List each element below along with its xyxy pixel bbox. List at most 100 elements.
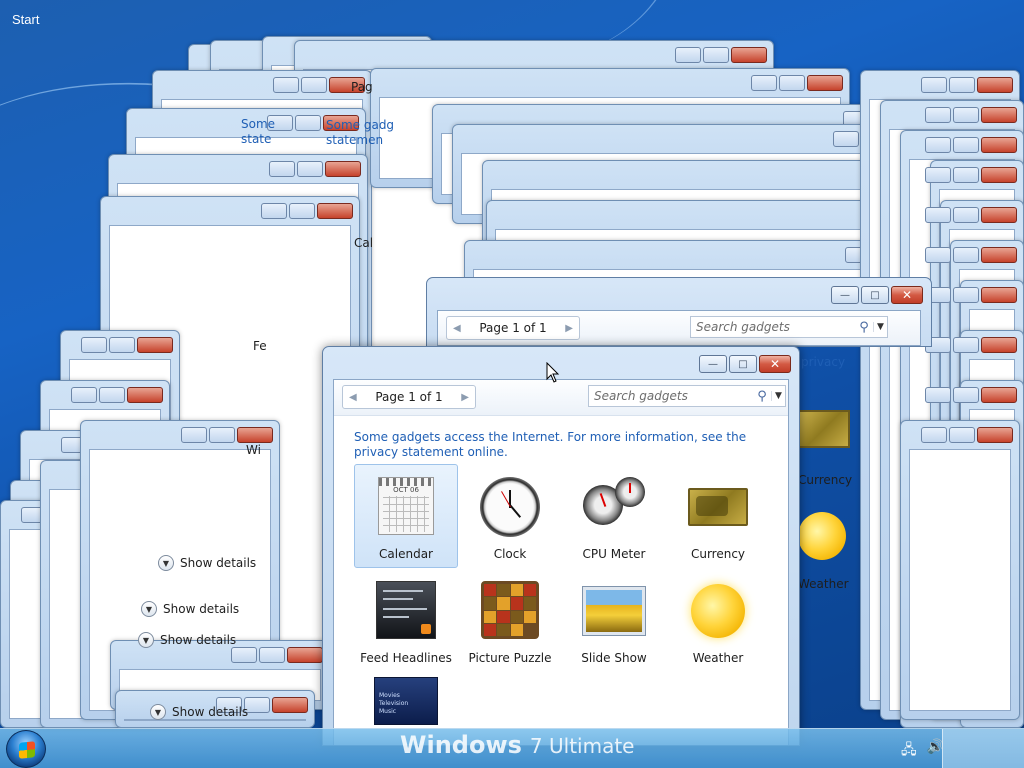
ghost-window-buttons	[925, 207, 1017, 223]
gadget-tile-cpu-meter[interactable]: CPU Meter	[562, 464, 666, 568]
chevron-down-icon: ▼	[158, 555, 174, 571]
window-fragment: Wi	[246, 443, 261, 457]
close-button[interactable]: ✕	[891, 286, 923, 304]
show-details-button[interactable]: ▼ Show details	[150, 704, 248, 720]
caption-button	[953, 337, 979, 353]
gadget-tile-slide-show[interactable]: Slide Show	[562, 568, 666, 672]
picture-puzzle-icon	[481, 581, 539, 639]
chevron-down-icon: ▼	[141, 601, 157, 617]
chevron-down-icon: ▼	[150, 704, 166, 720]
next-page-icon[interactable]: ▶	[461, 392, 469, 403]
ghost-window-buttons	[71, 387, 163, 403]
notice-fragment: statemen	[326, 133, 384, 147]
caption-button	[273, 77, 299, 93]
close-button	[237, 427, 273, 443]
page-label: Page 1 of 1	[375, 390, 443, 404]
close-button	[981, 207, 1017, 223]
caption-button	[953, 207, 979, 223]
show-details-label: Show details	[180, 556, 257, 570]
network-icon[interactable]: 🖧	[901, 739, 917, 763]
caption-button	[953, 167, 979, 183]
show-details-button[interactable]: ▼ Show details	[138, 632, 236, 648]
gadget-tile-currency[interactable]: Currency	[666, 464, 770, 568]
caption-button	[231, 647, 257, 663]
gadget-label: Calendar	[379, 547, 433, 561]
calendar-fragment: Cal	[354, 236, 374, 250]
show-details-label: Show details	[172, 705, 249, 719]
caption-button	[925, 207, 951, 223]
minimize-button[interactable]: —	[699, 355, 727, 373]
show-details-button[interactable]: ▼ Show details	[158, 555, 256, 571]
caption-button	[779, 75, 805, 91]
gadget-window-background: — □ ✕ ◀ Page 1 of 1 ▶ ⚲ ▼	[426, 277, 932, 347]
gadget-tile-weather[interactable]: Weather	[666, 568, 770, 672]
show-details-label: Show details	[163, 602, 240, 616]
privacy-link-fragment[interactable]: privacy	[801, 355, 845, 369]
close-button	[272, 697, 308, 713]
close-button	[127, 387, 163, 403]
close-button	[981, 247, 1017, 263]
ghost-window-buttons	[231, 647, 323, 663]
ghost-window-buttons	[181, 427, 273, 443]
caption-button	[703, 47, 729, 63]
gadget-tile-clock[interactable]: Clock	[458, 464, 562, 568]
notice-fragment: Some	[241, 117, 276, 131]
next-page-icon[interactable]: ▶	[565, 323, 573, 334]
gadget-label: Feed Headlines	[360, 651, 452, 665]
system-tray: 🖧 🔊	[901, 739, 944, 763]
caption-button	[289, 203, 315, 219]
caption-button	[99, 387, 125, 403]
ghost-window-buttons	[751, 75, 843, 91]
title-bar[interactable]: — □ ✕	[323, 347, 799, 379]
ghost-window-buttons	[925, 387, 1017, 403]
ghost-window-buttons	[269, 161, 361, 177]
search-icon[interactable]: ⚲	[753, 389, 771, 404]
brand-edition: 7 Ultimate	[529, 734, 635, 758]
caption-button	[925, 137, 951, 153]
ghost-window-buttons	[921, 77, 1013, 93]
caption-button	[181, 427, 207, 443]
caption-button	[833, 131, 859, 147]
ghost-window-buttons	[261, 203, 353, 219]
slide-show-icon	[582, 586, 646, 636]
gadget-label: Picture Puzzle	[468, 651, 552, 665]
gadget-tile-picture-puzzle[interactable]: Picture Puzzle	[458, 568, 562, 672]
chevron-down-icon[interactable]: ▼	[771, 391, 785, 401]
previous-page-icon[interactable]: ◀	[453, 323, 461, 334]
maximize-button[interactable]: □	[729, 355, 757, 373]
show-desktop-button[interactable]	[942, 729, 1024, 768]
media-line: Television	[379, 700, 409, 707]
caption-button	[297, 161, 323, 177]
caption-button	[921, 427, 947, 443]
close-button	[977, 77, 1013, 93]
chevron-down-icon[interactable]: ▼	[873, 322, 887, 332]
windows-logo-icon	[19, 741, 35, 759]
caption-button	[81, 337, 107, 353]
search-input[interactable]	[691, 318, 855, 336]
maximize-button[interactable]: □	[861, 286, 889, 304]
weather-icon	[691, 584, 745, 638]
caption-button	[925, 167, 951, 183]
previous-page-icon[interactable]: ◀	[349, 392, 357, 403]
feed-fragment: Fe	[253, 339, 267, 353]
caption-button	[261, 203, 287, 219]
page-label: Page 1 of 1	[479, 321, 547, 335]
show-details-button[interactable]: ▼ Show details	[141, 601, 239, 617]
ghost-window-buttons	[81, 337, 173, 353]
close-button[interactable]: ✕	[759, 355, 791, 373]
caption-button	[953, 387, 979, 403]
close-button	[977, 427, 1013, 443]
close-button	[981, 137, 1017, 153]
minimize-button[interactable]: —	[831, 286, 859, 304]
toolbar: ◀ Page 1 of 1 ▶ ⚲ ▼	[334, 380, 788, 416]
privacy-notice-link[interactable]: Some gadgets access the Internet. For mo…	[354, 430, 764, 460]
gadget-tile-feed-headlines[interactable]: Feed Headlines	[354, 568, 458, 672]
close-button	[287, 647, 323, 663]
start-button[interactable]	[6, 730, 46, 768]
search-input[interactable]	[589, 387, 753, 405]
cpu-meter-icon	[583, 477, 645, 527]
weather-icon	[798, 512, 846, 560]
search-icon[interactable]: ⚲	[855, 320, 873, 335]
gadget-tile-calendar[interactable]: OCT 06 Calendar	[354, 464, 458, 568]
gadget-label: Weather	[798, 577, 849, 591]
